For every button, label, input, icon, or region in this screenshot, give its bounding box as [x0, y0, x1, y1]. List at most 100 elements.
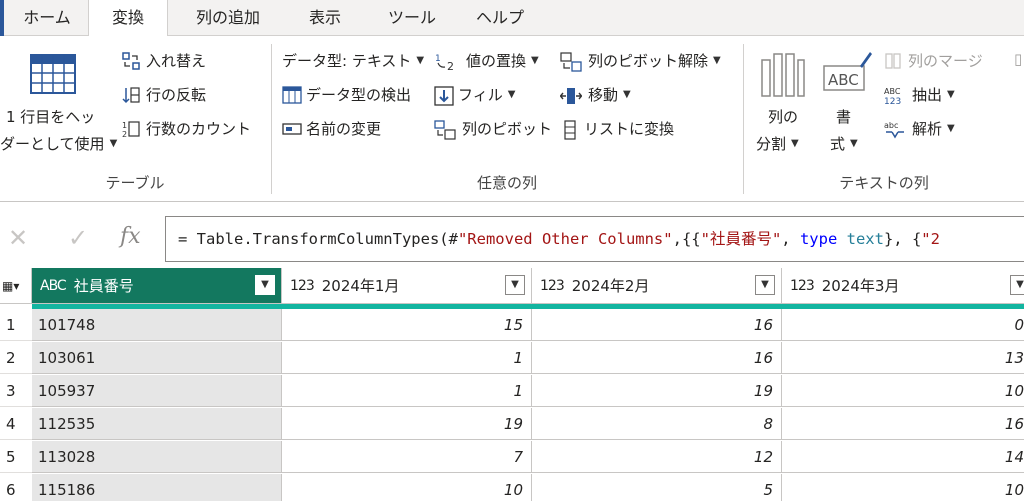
- table-cell[interactable]: 14: [782, 441, 1024, 473]
- table-cell[interactable]: 115186: [32, 474, 282, 501]
- parse-label: 解析: [912, 120, 943, 138]
- fill-dropdown[interactable]: フィル ▼: [434, 84, 516, 106]
- extract-icon: ABC 123: [884, 86, 906, 107]
- format-dropdown[interactable]: 式 ▼: [830, 133, 858, 154]
- reverse-rows-button[interactable]: 行の反転: [122, 84, 206, 105]
- split-column-icon: [760, 50, 806, 102]
- detect-data-type-button[interactable]: データ型の検出: [282, 84, 411, 105]
- formula-string: "Removed Other Columns": [457, 230, 673, 248]
- table-cell[interactable]: 112535: [32, 408, 282, 440]
- pivot-column-label: 列のピボット: [462, 120, 553, 138]
- data-type-dropdown[interactable]: データ型: テキスト ▼: [282, 50, 424, 71]
- table-cell[interactable]: 7: [282, 441, 532, 473]
- count-rows-button[interactable]: 12 行数のカウント: [122, 118, 251, 139]
- table-cell[interactable]: 10: [782, 375, 1024, 407]
- number-type-icon: 123: [790, 277, 815, 294]
- chevron-down-icon: ▼: [947, 123, 955, 134]
- use-first-row-label-2: ダーとして使用: [0, 135, 105, 153]
- reverse-rows-label: 行の反転: [146, 86, 207, 104]
- chevron-down-icon: ▼: [507, 89, 516, 100]
- table-cell[interactable]: 16: [532, 309, 782, 341]
- tab-add-column[interactable]: 列の追加: [176, 0, 280, 36]
- table-cell[interactable]: 16: [782, 408, 1024, 440]
- column-header-2024-01[interactable]: 123 2024年1月 ▼: [282, 268, 532, 304]
- table-cell[interactable]: 101748: [32, 309, 282, 341]
- commit-icon[interactable]: ✓: [68, 224, 88, 252]
- table-cell[interactable]: 5: [532, 474, 782, 501]
- table-cell[interactable]: 16: [532, 342, 782, 374]
- transpose-button[interactable]: 入れ替え: [122, 50, 206, 71]
- table-cell[interactable]: 8: [532, 408, 782, 440]
- column-header-employee-id[interactable]: ABC 社員番号 ▼: [32, 268, 282, 304]
- tab-help[interactable]: ヘルプ: [460, 0, 540, 36]
- split-column-label-2: 分割: [756, 135, 787, 153]
- number-type-icon: 123: [290, 277, 315, 294]
- table-cell[interactable]: 1: [282, 375, 532, 407]
- pivot-column-icon: [434, 119, 456, 140]
- use-first-row-label-1: 1 行目をヘッ: [6, 108, 96, 126]
- rename-button[interactable]: 名前の変更: [282, 118, 381, 139]
- convert-to-list-button[interactable]: リストに変換: [564, 118, 674, 140]
- formula-part: ,: [781, 230, 800, 248]
- format-abc-icon: ABC: [822, 50, 872, 98]
- fx-icon[interactable]: fx: [120, 224, 141, 249]
- parse-icon: abc: [884, 120, 906, 138]
- chevron-down-icon: ▼: [109, 138, 118, 149]
- column-filter-dropdown[interactable]: ▼: [755, 275, 775, 295]
- extract-dropdown[interactable]: ABC 123 抽出 ▼: [884, 84, 955, 107]
- table-cell[interactable]: 12: [532, 441, 782, 473]
- text-type-icon: ABC: [40, 277, 67, 294]
- row-number: 1: [0, 309, 32, 341]
- formula-input[interactable]: = Table.TransformColumnTypes(#"Removed O…: [165, 216, 1024, 262]
- table-menu-button[interactable]: ▦▾: [0, 268, 32, 304]
- merge-columns-label: 列のマージ: [908, 52, 983, 70]
- column-header-2024-03[interactable]: 123 2024年3月 ▼: [782, 268, 1024, 304]
- format-button[interactable]: 書: [836, 106, 851, 127]
- formula-string: "2: [921, 230, 940, 248]
- column-header-2024-02[interactable]: 123 2024年2月 ▼: [532, 268, 782, 304]
- use-first-row-headers-button-2[interactable]: ダーとして使用 ▼: [0, 133, 117, 154]
- format-abc-text: ABC: [828, 71, 859, 89]
- group-label-any-column: 任意の列: [476, 174, 537, 192]
- ribbon-tab-bar: ホーム 変換 列の追加 表示 ツール ヘルプ: [0, 0, 1024, 37]
- tab-view[interactable]: 表示: [292, 0, 358, 36]
- row-number: 5: [0, 441, 32, 473]
- formula-bar: ✕ ✓ fx = Table.TransformColumnTypes(#"Re…: [0, 210, 1024, 264]
- table-cell[interactable]: 105937: [32, 375, 282, 407]
- formula-part: ,{{: [672, 230, 701, 248]
- table-cell[interactable]: 15: [282, 309, 532, 341]
- formula-keyword: type: [799, 230, 838, 248]
- rename-label: 名前の変更: [306, 120, 382, 138]
- parse-dropdown[interactable]: abc 解析 ▼: [884, 118, 955, 139]
- column-filter-dropdown[interactable]: ▼: [1010, 275, 1024, 295]
- table-cell[interactable]: 10: [782, 474, 1024, 501]
- table-cell[interactable]: 10: [282, 474, 532, 501]
- table-cell[interactable]: 1: [282, 342, 532, 374]
- cancel-icon[interactable]: ✕: [8, 224, 28, 252]
- table-cell[interactable]: 103061: [32, 342, 282, 374]
- table-cell[interactable]: 0: [782, 309, 1024, 341]
- chevron-down-icon: ▼: [850, 138, 858, 149]
- row-number: 4: [0, 408, 32, 440]
- merge-columns-button[interactable]: 列のマージ: [884, 50, 983, 71]
- row-number: 3: [0, 375, 32, 407]
- unpivot-columns-dropdown[interactable]: 列のピボット解除 ▼: [560, 50, 721, 72]
- move-icon: [559, 86, 583, 104]
- split-column-dropdown[interactable]: 分割 ▼: [756, 133, 799, 154]
- table-cell[interactable]: 19: [282, 408, 532, 440]
- use-first-row-headers-button[interactable]: 1 行目をヘッ: [6, 106, 95, 127]
- tab-tools[interactable]: ツール: [372, 0, 452, 36]
- table-cell[interactable]: 113028: [32, 441, 282, 473]
- column-filter-dropdown[interactable]: ▼: [255, 275, 275, 295]
- column-filter-dropdown[interactable]: ▼: [505, 275, 525, 295]
- table-cell[interactable]: 13: [782, 342, 1024, 374]
- tab-transform[interactable]: 変換: [88, 0, 168, 37]
- table-cell[interactable]: 19: [532, 375, 782, 407]
- tab-home[interactable]: ホーム: [8, 0, 86, 36]
- replace-values-dropdown[interactable]: 12 値の置換 ▼: [434, 50, 539, 73]
- move-dropdown[interactable]: 移動 ▼: [559, 84, 631, 105]
- list-icon: [564, 119, 578, 140]
- split-column-button[interactable]: 列の: [768, 106, 798, 127]
- formula-part: }, {: [883, 230, 922, 248]
- pivot-column-button[interactable]: 列のピボット: [434, 118, 553, 140]
